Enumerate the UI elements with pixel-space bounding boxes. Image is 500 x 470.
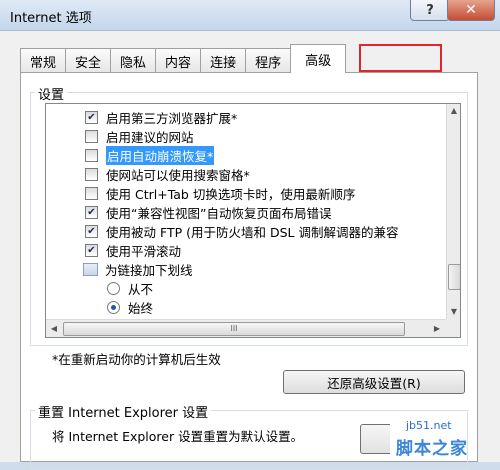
scrollbar-corner: [446, 319, 460, 337]
item-label: 使用平滑滚动: [106, 244, 182, 259]
list-item[interactable]: ✔ 使用被动 FTP (用于防火墙和 DSL 调制解调器的兼容: [46, 222, 398, 241]
scroll-left-icon[interactable]: ◀: [47, 322, 61, 336]
list-item[interactable]: 使网站可以使用搜索窗格*: [46, 165, 250, 184]
checkbox[interactable]: [85, 168, 98, 181]
checkbox[interactable]: ✔: [85, 225, 98, 238]
list-item[interactable]: ✔ 使用平滑滚动: [46, 241, 181, 260]
restore-advanced-settings-button[interactable]: 还原高级设置(R): [283, 370, 465, 394]
tab-security[interactable]: 安全: [65, 48, 112, 73]
checkbox[interactable]: [85, 149, 98, 162]
list-item[interactable]: 始终: [46, 298, 153, 317]
tab-general[interactable]: 常规: [20, 48, 67, 73]
advanced-tab-highlight: [359, 44, 442, 72]
item-label: 使用“兼容性视图”自动恢复页面布局错误: [106, 206, 332, 221]
close-button[interactable]: ✕: [447, 0, 495, 21]
checkbox[interactable]: ✔: [85, 244, 98, 257]
help-icon: ?: [426, 2, 434, 18]
radio-button[interactable]: [107, 282, 120, 295]
vertical-scroll-thumb[interactable]: [448, 264, 460, 290]
scroll-right-icon[interactable]: ▶: [430, 322, 444, 336]
category-label: 为链接加下划线: [105, 263, 193, 278]
checkbox[interactable]: ✔: [85, 206, 98, 219]
list-item[interactable]: 从不: [46, 279, 153, 298]
tab-content[interactable]: 内容: [155, 48, 202, 73]
help-button[interactable]: ?: [410, 0, 450, 21]
vertical-scrollbar[interactable]: ▲ ▼: [446, 104, 460, 319]
list-item[interactable]: 使用 Ctrl+Tab 切换选项卡时，使用最新顺序: [46, 184, 355, 203]
tab-connections[interactable]: 连接: [200, 48, 247, 73]
window-title: Internet 选项: [10, 11, 92, 26]
close-icon: ✕: [465, 2, 477, 18]
list-item[interactable]: 启用建议的网站: [46, 127, 194, 146]
settings-caption: 设置: [35, 84, 68, 103]
checkbox[interactable]: ✔: [85, 111, 98, 124]
list-item[interactable]: ✔ 启用第三方浏览器扩展*: [46, 108, 237, 127]
settings-rows: ✔ 启用第三方浏览器扩展* 启用建议的网站 启用自动崩溃恢复* 使网站可以使用搜…: [46, 104, 446, 319]
category-icon: [83, 263, 98, 276]
scroll-up-icon[interactable]: ▲: [448, 104, 460, 118]
item-label: 使用 Ctrl+Tab 切换选项卡时，使用最新顺序: [106, 187, 356, 202]
horizontal-scroll-thumb[interactable]: III: [63, 322, 405, 336]
checkbox[interactable]: [85, 187, 98, 200]
item-label: 使用被动 FTP (用于防火墙和 DSL 调制解调器的兼容: [106, 225, 399, 240]
settings-list: ✔ 启用第三方浏览器扩展* 启用建议的网站 启用自动崩溃恢复* 使网站可以使用搜…: [45, 103, 461, 338]
list-item[interactable]: ✔ 使用“兼容性视图”自动恢复页面布局错误: [46, 203, 331, 222]
internet-options-window: Internet 选项 ? ✕ 常规 安全 隐私 内容 连接 程序 高级 设置 …: [0, 0, 500, 470]
item-label: 始终: [128, 301, 154, 316]
scroll-down-icon[interactable]: ▼: [448, 305, 460, 319]
horizontal-scrollbar[interactable]: ◀ III ▶: [46, 319, 446, 337]
item-label: 启用建议的网站: [106, 130, 194, 145]
title-bar: Internet 选项 ? ✕: [0, 0, 500, 31]
reset-caption: 重置 Internet Explorer 设置: [35, 402, 212, 421]
list-item[interactable]: 启用自动崩溃恢复*: [46, 146, 215, 165]
list-category: 为链接加下划线: [46, 260, 193, 279]
watermark-logo: 脚本之家: [396, 439, 468, 459]
tab-privacy[interactable]: 隐私: [110, 48, 157, 73]
tab-strip: 常规 安全 隐私 内容 连接 程序 高级: [20, 44, 347, 73]
item-label: 启用第三方浏览器扩展*: [106, 111, 238, 126]
item-label-selected: 启用自动崩溃恢复*: [106, 146, 215, 165]
checkbox[interactable]: [85, 130, 98, 143]
item-label: 使网站可以使用搜索窗格*: [106, 168, 250, 183]
tab-programs[interactable]: 程序: [245, 48, 292, 73]
reset-description: 将 Internet Explorer 设置重置为默认设置。: [52, 429, 304, 444]
item-label: 从不: [128, 282, 154, 297]
reset-button[interactable]: [360, 424, 390, 454]
watermark-url: jb51.net: [406, 419, 452, 432]
tab-advanced[interactable]: 高级: [290, 44, 347, 73]
radio-button[interactable]: [107, 301, 120, 314]
restart-note: *在重新启动你的计算机后生效: [52, 352, 221, 367]
